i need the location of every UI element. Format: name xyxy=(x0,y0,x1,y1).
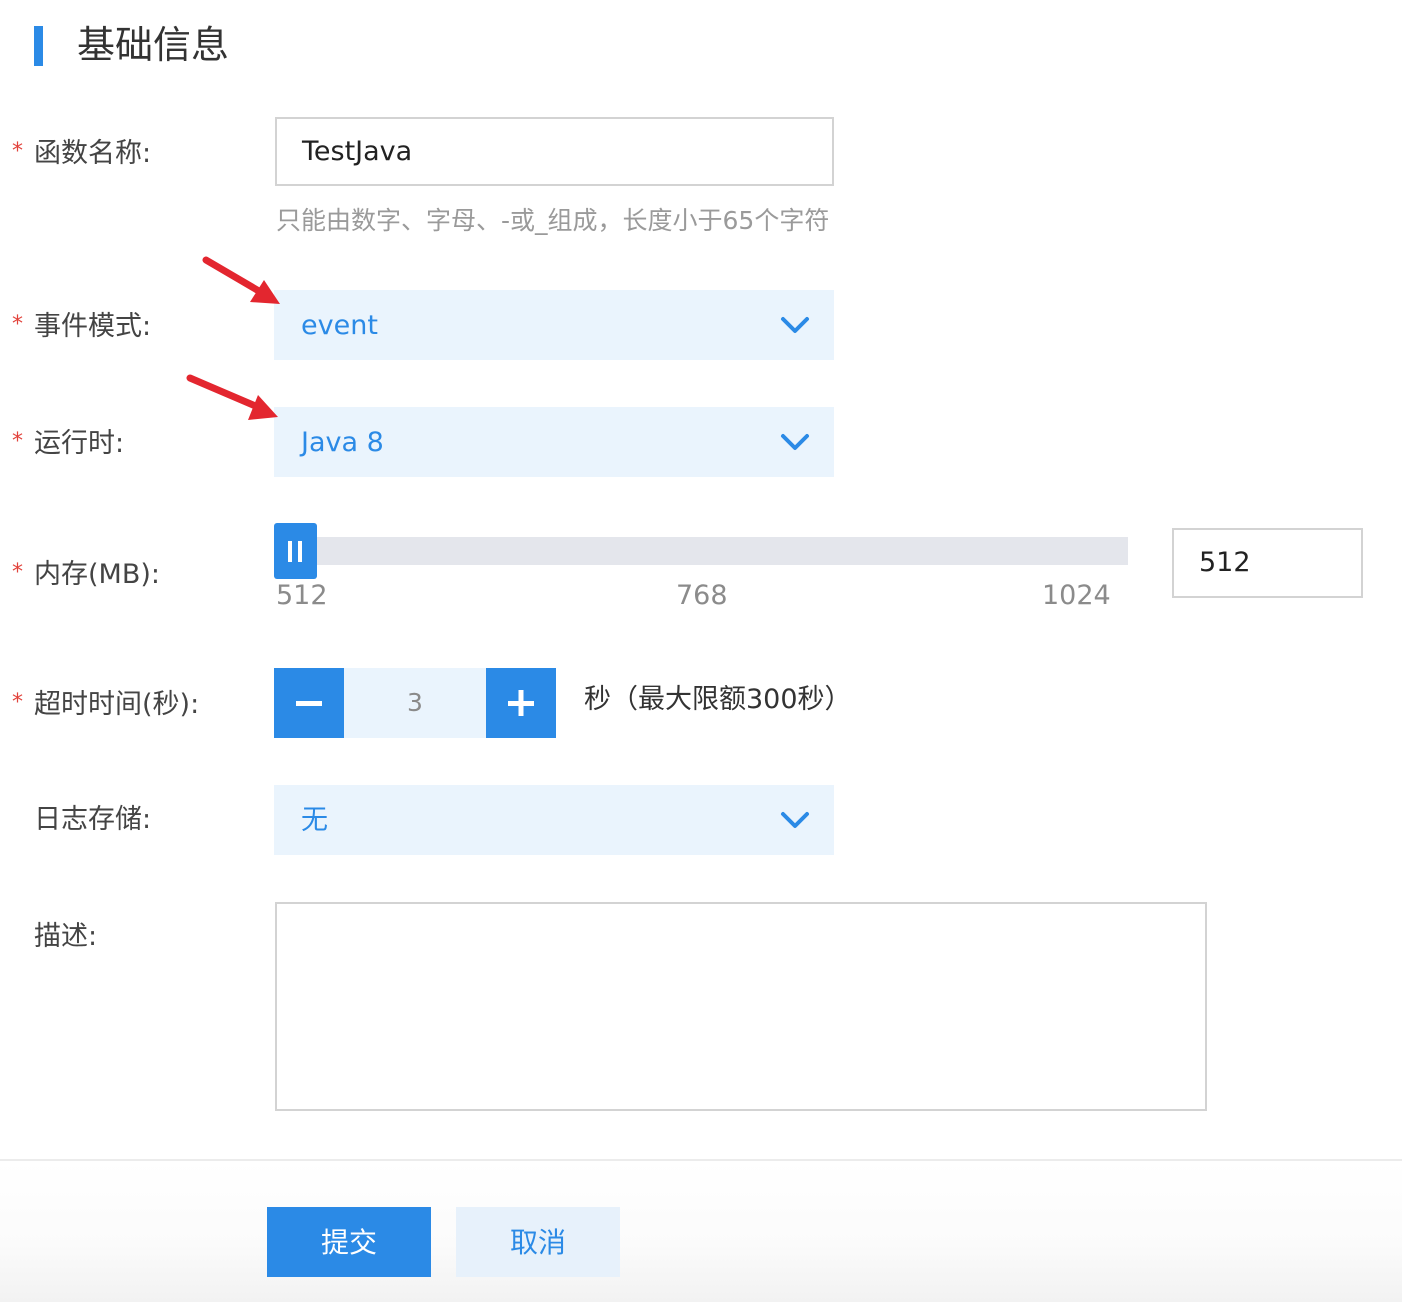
required-mark: * xyxy=(12,139,23,164)
memory-tick-min: 512 xyxy=(276,580,328,611)
chevron-down-icon xyxy=(781,812,809,828)
function-name-label-text: 函数名称: xyxy=(34,138,152,169)
log-storage-value: 无 xyxy=(301,805,328,836)
event-mode-select[interactable]: event xyxy=(274,290,834,360)
timeout-decrement-button[interactable] xyxy=(274,668,344,738)
required-mark: * xyxy=(12,560,23,585)
section-accent-bar xyxy=(34,26,43,66)
event-mode-label: * 事件模式: xyxy=(12,307,151,345)
minus-icon xyxy=(296,701,322,706)
function-name-hint: 只能由数字、字母、-或_组成，长度小于65个字符 xyxy=(276,206,830,235)
memory-tick-mid: 768 xyxy=(676,580,728,611)
memory-label-text: 内存(MB): xyxy=(34,559,160,590)
red-arrow-annotation xyxy=(202,256,280,304)
runtime-label: * 运行时: xyxy=(12,424,124,462)
cancel-button[interactable]: 取消 xyxy=(456,1207,620,1277)
timeout-label-text: 超时时间(秒): xyxy=(34,689,200,720)
timeout-input[interactable]: 3 xyxy=(344,668,486,738)
timeout-increment-button[interactable] xyxy=(486,668,556,738)
log-storage-select[interactable]: 无 xyxy=(274,785,834,855)
memory-slider-track[interactable] xyxy=(276,537,1128,565)
chevron-down-icon xyxy=(781,434,809,450)
runtime-value: Java 8 xyxy=(301,427,384,458)
runtime-label-text: 运行时: xyxy=(34,428,125,459)
memory-tick-max: 1024 xyxy=(1042,580,1111,611)
description-label: 描述: xyxy=(34,921,98,952)
required-mark: * xyxy=(12,690,23,715)
memory-label: * 内存(MB): xyxy=(12,555,160,593)
memory-slider-handle[interactable] xyxy=(274,523,317,579)
slider-grip-line xyxy=(298,541,302,562)
function-name-label: * 函数名称: xyxy=(12,134,151,172)
event-mode-label-text: 事件模式: xyxy=(34,311,152,342)
required-mark: * xyxy=(12,429,23,454)
chevron-down-icon xyxy=(781,317,809,333)
required-mark: * xyxy=(12,312,23,337)
description-textarea[interactable] xyxy=(275,902,1207,1111)
submit-button[interactable]: 提交 xyxy=(267,1207,431,1277)
log-storage-label: 日志存储: xyxy=(34,804,152,835)
event-mode-value: event xyxy=(301,310,378,341)
timeout-label: * 超时时间(秒): xyxy=(12,685,199,723)
red-arrow-annotation xyxy=(186,374,278,420)
section-title: 基础信息 xyxy=(77,23,230,67)
memory-input[interactable]: 512 xyxy=(1172,528,1363,598)
slider-grip-line xyxy=(288,541,292,562)
plus-icon xyxy=(508,690,534,716)
runtime-select[interactable]: Java 8 xyxy=(274,407,834,477)
footer-bar xyxy=(0,1161,1402,1302)
function-name-input[interactable]: TestJava xyxy=(275,117,834,186)
timeout-hint: 秒（最大限额300秒） xyxy=(584,684,852,715)
